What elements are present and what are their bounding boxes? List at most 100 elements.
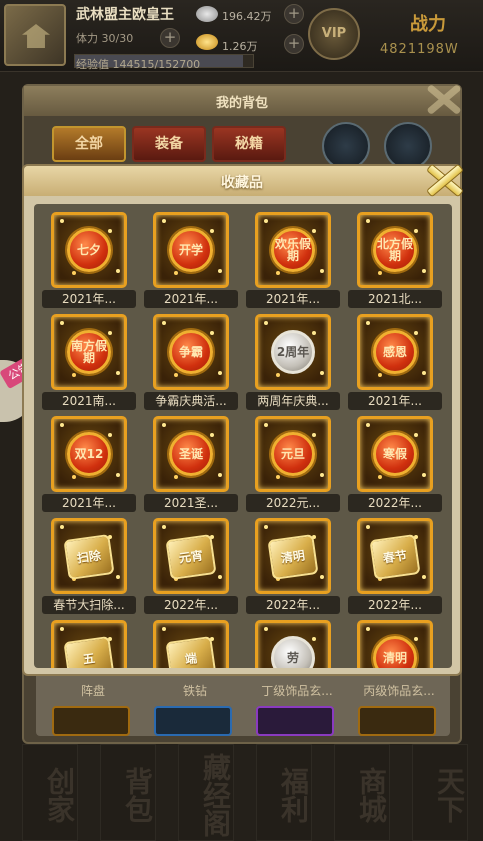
bag-title-bar: 我的背包: [24, 86, 460, 116]
bag-tabs: 全部 装备 秘籍: [52, 126, 286, 162]
collection-item[interactable]: 南方假期 2021南...: [42, 314, 144, 414]
collection-item-tile[interactable]: 五: [51, 620, 127, 668]
player-name: 武林盟主欧皇王: [76, 7, 174, 23]
power-value: 4821198W: [380, 42, 459, 57]
commemorative-coin-icon: 寒假: [373, 432, 417, 476]
tab-all[interactable]: 全部: [52, 126, 126, 162]
collection-item[interactable]: 元宵 2022年...: [144, 518, 246, 618]
collection-item[interactable]: 清明 2022年...: [246, 518, 348, 618]
collection-item-tile[interactable]: 南方假期: [51, 314, 127, 390]
collection-item[interactable]: 开学 2021年...: [144, 212, 246, 312]
bottom-nav-item[interactable]: 天下: [412, 744, 468, 841]
collection-grid: 七夕 2021年... 开学 2021年... 欢乐假期 2021年... 北方假期 2021…: [34, 204, 452, 668]
close-icon[interactable]: [420, 158, 466, 198]
collection-item[interactable]: 五: [42, 620, 144, 668]
commemorative-coin-icon: 欢乐假期: [271, 228, 315, 272]
bag-item-slot[interactable]: [256, 706, 334, 736]
collection-item[interactable]: 清明: [348, 620, 450, 668]
collection-item-label: 2022年...: [246, 596, 340, 614]
bag-close-icon[interactable]: [420, 78, 466, 118]
silver-ingot-icon: [196, 6, 218, 22]
collection-item-tile[interactable]: 七夕: [51, 212, 127, 288]
collection-item-label: 2021年...: [42, 494, 136, 512]
bottom-nav-item[interactable]: 创家: [22, 744, 78, 841]
commemorative-coin-icon: 清明: [267, 533, 319, 581]
collection-item-label: 2022年...: [348, 494, 442, 512]
collection-item-tile[interactable]: 2周年: [255, 314, 331, 390]
collection-item-tile[interactable]: 元宵: [153, 518, 229, 594]
collection-item-tile[interactable]: 欢乐假期: [255, 212, 331, 288]
collection-item[interactable]: 寒假 2022年...: [348, 416, 450, 516]
add-silver-button[interactable]: +: [284, 4, 304, 24]
bottom-nav-item[interactable]: 背包: [100, 744, 156, 841]
commemorative-coin-icon: 五: [63, 635, 115, 668]
collection-item[interactable]: 端: [144, 620, 246, 668]
gold-amount: 1.26万: [222, 40, 258, 53]
bag-item-slot[interactable]: [52, 706, 130, 736]
commemorative-coin-icon: 感恩: [373, 330, 417, 374]
collection-item[interactable]: 圣诞 2021圣...: [144, 416, 246, 516]
collection-item-tile[interactable]: 端: [153, 620, 229, 668]
collection-item-tile[interactable]: 双12: [51, 416, 127, 492]
collection-item-label: 2021年...: [348, 392, 442, 410]
collection-item[interactable]: 感恩 2021年...: [348, 314, 450, 414]
collection-item-tile[interactable]: 清明: [357, 620, 433, 668]
collection-item-tile[interactable]: 扫除: [51, 518, 127, 594]
collection-item-label: 两周年庆典...: [246, 392, 340, 410]
collection-item[interactable]: 扫除春节大扫除...: [42, 518, 144, 618]
collection-item[interactable]: 双12 2021年...: [42, 416, 144, 516]
collection-item[interactable]: 北方假期 2021北...: [348, 212, 450, 312]
collection-item-tile[interactable]: 清明: [255, 518, 331, 594]
bag-item-label: 丁级饰品玄...: [261, 684, 333, 698]
collection-item-label: 争霸庆典活...: [144, 392, 238, 410]
commemorative-coin-icon: 争霸: [169, 330, 213, 374]
collection-item-tile[interactable]: 圣诞: [153, 416, 229, 492]
tab-manuals[interactable]: 秘籍: [212, 126, 286, 162]
collection-item[interactable]: 欢乐假期 2021年...: [246, 212, 348, 312]
collection-item-tile[interactable]: 争霸: [153, 314, 229, 390]
commemorative-coin-icon: 南方假期: [67, 330, 111, 374]
add-gold-button[interactable]: +: [284, 34, 304, 54]
collection-item[interactable]: 劳: [246, 620, 348, 668]
commemorative-coin-icon: 端: [165, 635, 217, 668]
collection-item-label: 2022元...: [246, 494, 340, 512]
collection-item-tile[interactable]: 开学: [153, 212, 229, 288]
commemorative-coin-icon: 圣诞: [169, 432, 213, 476]
player-avatar[interactable]: [4, 4, 66, 66]
collection-item[interactable]: 春节 2022年...: [348, 518, 450, 618]
bag-item-slot[interactable]: [154, 706, 232, 736]
collection-item[interactable]: 七夕 2021年...: [42, 212, 144, 312]
bag-item-label: 铁钻: [182, 684, 207, 698]
bag-item-slot[interactable]: [358, 706, 436, 736]
commemorative-coin-icon: 春节: [369, 533, 421, 581]
add-stamina-button[interactable]: +: [160, 28, 180, 48]
top-status-bar: 武林盟主欧皇王 体力 30/30 经验值 144515/152700 196.4…: [0, 0, 483, 72]
tab-equipment[interactable]: 装备: [132, 126, 206, 162]
gold-ingot-icon: [196, 34, 218, 50]
commemorative-coin-icon: 元宵: [165, 533, 217, 581]
bottom-nav-item[interactable]: 藏经阁: [178, 744, 234, 841]
collection-item-tile[interactable]: 北方假期: [357, 212, 433, 288]
commemorative-coin-icon: 劳: [271, 636, 315, 668]
collection-item-tile[interactable]: 元旦: [255, 416, 331, 492]
collection-item-tile[interactable]: 劳: [255, 620, 331, 668]
collection-shortcut-icon[interactable]: [322, 122, 370, 170]
vip-badge[interactable]: VIP: [308, 8, 360, 60]
commemorative-coin-icon: 开学: [169, 228, 213, 272]
collection-item-label: 春节大扫除...: [42, 596, 136, 614]
exp-text: 经验值 144515/152700: [76, 58, 201, 71]
collection-item-tile[interactable]: 寒假: [357, 416, 433, 492]
popup-title-bar: 收藏品: [24, 166, 460, 196]
collection-item-tile[interactable]: 春节: [357, 518, 433, 594]
collection-item[interactable]: 元旦 2022元...: [246, 416, 348, 516]
bag-item-label: 阵盘: [80, 684, 105, 698]
collection-item[interactable]: 2周年两周年庆典...: [246, 314, 348, 414]
collection-item[interactable]: 争霸争霸庆典活...: [144, 314, 246, 414]
bottom-nav-item[interactable]: 福利: [256, 744, 312, 841]
collection-item-label: 2021年...: [42, 290, 136, 308]
collection-item-tile[interactable]: 感恩: [357, 314, 433, 390]
commemorative-coin-icon: 元旦: [271, 432, 315, 476]
popup-title: 收藏品: [221, 175, 263, 191]
collection-item-label: 2022年...: [348, 596, 442, 614]
bottom-nav-item[interactable]: 商城: [334, 744, 390, 841]
